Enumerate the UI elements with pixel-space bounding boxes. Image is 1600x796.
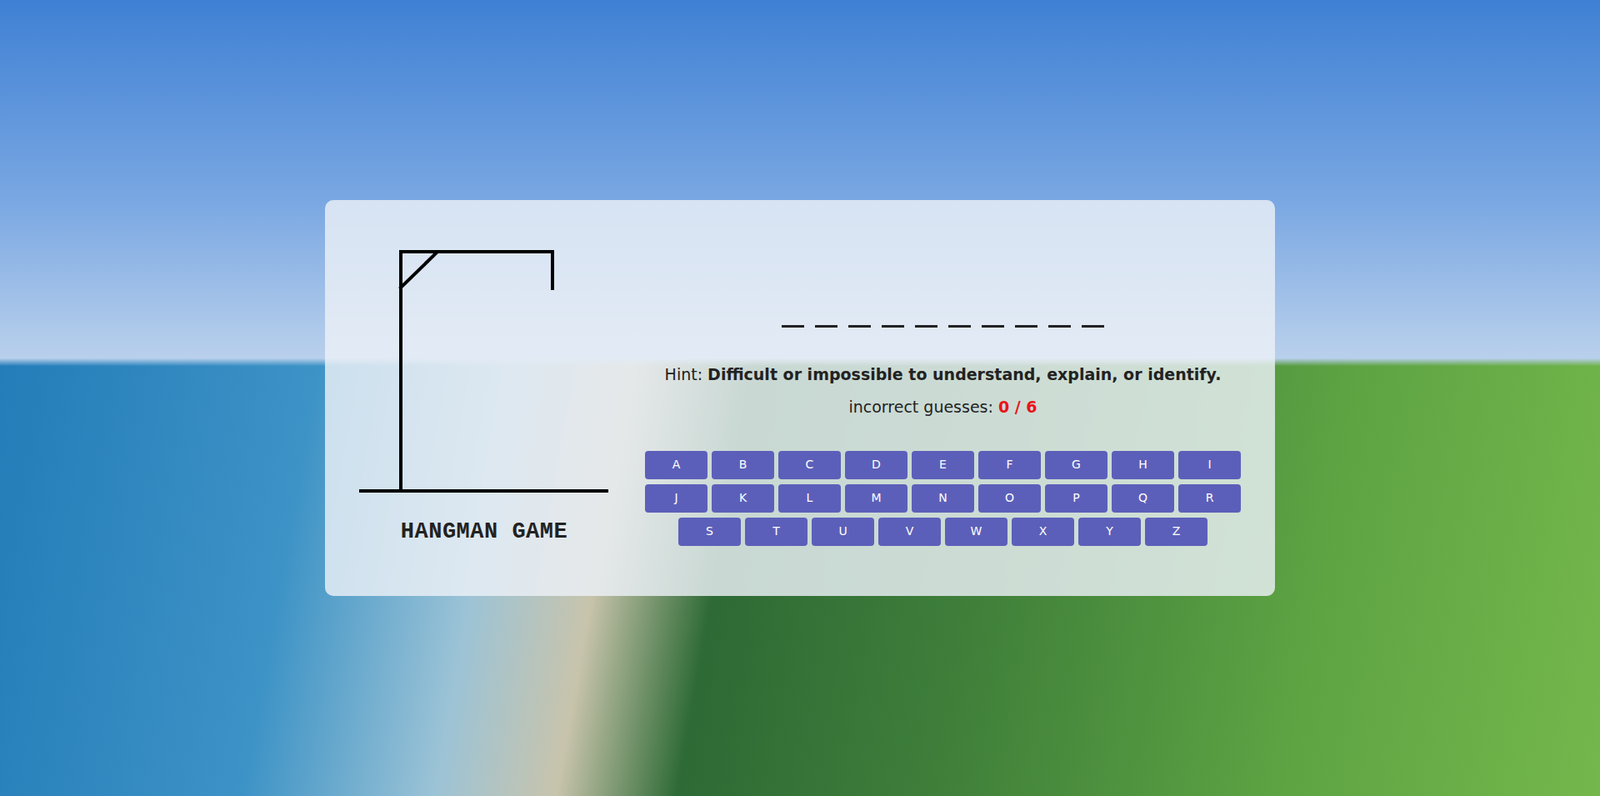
letter-slot (1015, 302, 1038, 328)
letter-key[interactable]: T (745, 517, 808, 546)
play-area: Hint: Difficult or impossible to underst… (645, 302, 1241, 545)
background-scene: HANGMAN GAME Hint: Difficult or impossib… (0, 0, 1600, 796)
letter-key[interactable]: Y (1078, 517, 1141, 546)
keyboard-row: JKLMNOPQR (645, 484, 1241, 513)
letter-key[interactable]: V (878, 517, 941, 546)
letter-key[interactable]: C (778, 450, 841, 480)
letter-key[interactable]: G (1045, 450, 1108, 480)
word-display (781, 302, 1105, 328)
letter-slot (948, 302, 971, 328)
letter-slot (981, 302, 1005, 328)
letter-slot (1048, 302, 1071, 328)
letter-key[interactable]: U (811, 517, 875, 546)
guesses-count: 0 / 6 (998, 397, 1038, 416)
letter-key[interactable]: R (1178, 484, 1241, 513)
keyboard-row: STUVWXYZ (645, 517, 1241, 546)
game-panel: HANGMAN GAME Hint: Difficult or impossib… (325, 200, 1275, 595)
letter-slot (915, 302, 938, 328)
letter-key[interactable]: I (1178, 450, 1241, 480)
letter-key[interactable]: A (645, 450, 708, 480)
hint-label: Hint: (665, 365, 703, 384)
letter-slot (881, 302, 905, 328)
letter-slot (1081, 302, 1105, 328)
hint-text: Hint: Difficult or impossible to underst… (665, 364, 1222, 385)
letter-key[interactable]: X (1011, 517, 1075, 546)
letter-key[interactable]: S (678, 517, 741, 546)
letter-key[interactable]: M (845, 484, 908, 513)
letter-key[interactable]: L (778, 484, 841, 513)
letter-key[interactable]: Z (1145, 517, 1208, 546)
letter-key[interactable]: W (945, 517, 1008, 546)
letter-key[interactable]: Q (1111, 484, 1175, 513)
keyboard-row: ABCDEFGHI (645, 450, 1241, 480)
gallows-icon (359, 250, 610, 494)
letter-key[interactable]: J (645, 484, 708, 513)
letter-key[interactable]: F (978, 450, 1041, 480)
letter-key[interactable]: B (711, 450, 775, 480)
letter-key[interactable]: D (845, 450, 908, 480)
letter-slot (848, 302, 871, 328)
letter-key[interactable]: N (911, 484, 975, 513)
game-title: HANGMAN GAME (400, 518, 568, 545)
letter-key[interactable]: E (911, 450, 975, 480)
letter-key[interactable]: O (978, 484, 1041, 513)
letter-slot (781, 302, 805, 328)
letter-slot (815, 302, 838, 328)
guesses-label: incorrect guesses: (848, 397, 993, 416)
letter-key[interactable]: K (711, 484, 775, 513)
hint-value: Difficult or impossible to understand, e… (707, 365, 1221, 384)
letter-key[interactable]: P (1045, 484, 1108, 513)
gallows-column: HANGMAN GAME (359, 250, 610, 545)
letter-key[interactable]: H (1111, 450, 1175, 480)
guess-counter: incorrect guesses: 0 / 6 (848, 396, 1037, 418)
keyboard: ABCDEFGHI JKLMNOPQR STUVWXYZ (645, 450, 1241, 546)
